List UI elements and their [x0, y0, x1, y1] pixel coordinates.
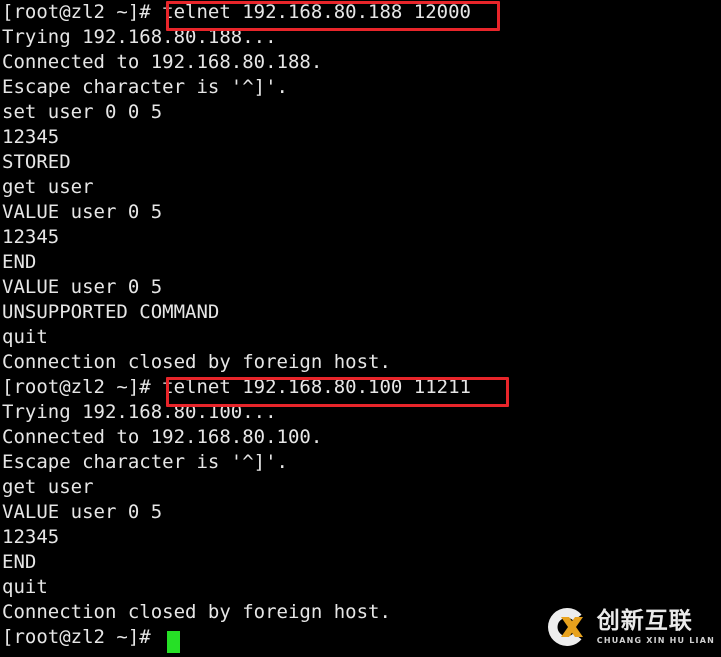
- terminal-line-text: END: [2, 551, 37, 573]
- terminal-output: [root@zl2 ~]# telnet 192.168.80.188 1200…: [0, 0, 721, 650]
- terminal-line: END: [0, 550, 721, 575]
- terminal-line-text: UNSUPPORTED COMMAND: [2, 301, 220, 323]
- terminal-line-text: quit: [2, 326, 48, 348]
- terminal-line-text: Connection closed by foreign host.: [2, 601, 391, 623]
- terminal-line-text: STORED: [2, 151, 71, 173]
- terminal-line: 12345: [0, 225, 721, 250]
- terminal-line-text: VALUE user 0 5: [2, 201, 163, 223]
- watermark-pinyin: CHUANG XIN HU LIAN: [596, 635, 715, 645]
- terminal-line: Trying 192.168.80.188...: [0, 25, 721, 50]
- terminal-line-text: Connection closed by foreign host.: [2, 351, 391, 373]
- terminal-line-text: END: [2, 251, 37, 273]
- terminal-line: STORED: [0, 150, 721, 175]
- terminal-line-text: Connected to 192.168.80.100.: [2, 426, 323, 448]
- terminal-line: Escape character is '^]'.: [0, 75, 721, 100]
- terminal-line: Connected to 192.168.80.100.: [0, 425, 721, 450]
- watermark: 创新互联 CHUANG XIN HU LIAN: [545, 603, 715, 651]
- terminal-line-text: VALUE user 0 5: [2, 276, 163, 298]
- terminal-line-text: 12345: [2, 226, 60, 248]
- terminal-line: 12345: [0, 125, 721, 150]
- terminal-line-text: get user: [2, 476, 94, 498]
- terminal-line-text: get user: [2, 176, 94, 198]
- terminal-line: Trying 192.168.80.100...: [0, 400, 721, 425]
- terminal-line-text: Escape character is '^]'.: [2, 76, 288, 98]
- terminal-line: VALUE user 0 5: [0, 275, 721, 300]
- terminal-window[interactable]: [root@zl2 ~]# telnet 192.168.80.188 1200…: [0, 0, 721, 657]
- terminal-line: UNSUPPORTED COMMAND: [0, 300, 721, 325]
- cx-logo-icon: [545, 605, 589, 649]
- terminal-line: VALUE user 0 5: [0, 200, 721, 225]
- terminal-line-text: Connected to 192.168.80.188.: [2, 51, 323, 73]
- terminal-line: 12345: [0, 525, 721, 550]
- terminal-line: END: [0, 250, 721, 275]
- terminal-line: [root@zl2 ~]# telnet 192.168.80.100 1121…: [0, 375, 721, 400]
- terminal-line: set user 0 0 5: [0, 100, 721, 125]
- terminal-line: VALUE user 0 5: [0, 500, 721, 525]
- terminal-line: Escape character is '^]'.: [0, 450, 721, 475]
- terminal-line-text: quit: [2, 576, 48, 598]
- watermark-text: 创新互联 CHUANG XIN HU LIAN: [596, 607, 715, 645]
- terminal-line-text: 12345: [2, 126, 60, 148]
- terminal-line-text: Escape character is '^]'.: [2, 451, 288, 473]
- terminal-line-text: Trying 192.168.80.188...: [2, 26, 277, 48]
- terminal-line: Connection closed by foreign host.: [0, 350, 721, 375]
- terminal-cursor: [167, 631, 180, 653]
- terminal-line-text: Trying 192.168.80.100...: [2, 401, 277, 423]
- terminal-prompt: [root@zl2 ~]#: [2, 626, 163, 648]
- terminal-line: Connected to 192.168.80.188.: [0, 50, 721, 75]
- terminal-line-text: VALUE user 0 5: [2, 501, 163, 523]
- watermark-cn-name: 创新互联: [596, 607, 693, 634]
- terminal-line: quit: [0, 325, 721, 350]
- terminal-line: [root@zl2 ~]# telnet 192.168.80.188 1200…: [0, 0, 721, 25]
- terminal-line: get user: [0, 175, 721, 200]
- terminal-line-text: set user 0 0 5: [2, 101, 163, 123]
- terminal-line-text: [root@zl2 ~]# telnet 192.168.80.100 1121…: [2, 376, 471, 398]
- terminal-line: quit: [0, 575, 721, 600]
- terminal-line: get user: [0, 475, 721, 500]
- terminal-line-text: 12345: [2, 526, 60, 548]
- terminal-line-text: [root@zl2 ~]# telnet 192.168.80.188 1200…: [2, 1, 471, 23]
